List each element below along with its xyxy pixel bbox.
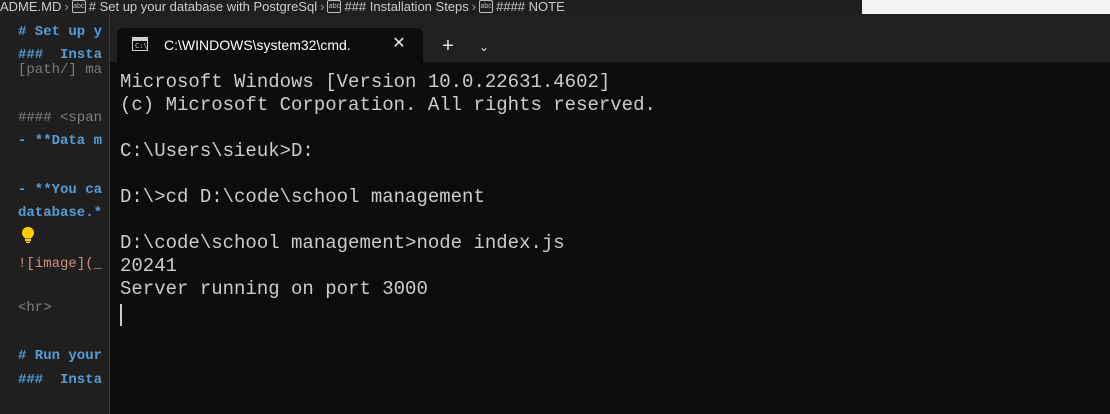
console-line: D:\>cd D:\code\school management <box>120 186 485 208</box>
editor-line: ![image](_ <box>18 256 103 272</box>
editor-line: # Run your <box>18 348 103 364</box>
background-window-strip <box>862 0 1110 14</box>
editor-breadcrumb: ADME.MD › abc # Set up your database with P… <box>0 0 862 14</box>
markdown-heading-icon: abc <box>479 0 494 13</box>
cmd-icon: C:\ <box>132 37 148 51</box>
breadcrumb-chevron-icon: › <box>64 0 69 14</box>
console-line: D:\code\school management>node index.js <box>120 232 565 254</box>
editor-line: # Set up y <box>18 24 103 40</box>
editor-line: [path/] ma <box>18 62 103 78</box>
markdown-heading-icon: abc <box>327 0 342 13</box>
breadcrumb-file[interactable]: ADME.MD <box>0 0 61 14</box>
editor-line: - **You ca <box>18 182 103 198</box>
editor-line: database.* <box>18 205 103 221</box>
breadcrumb-item-note[interactable]: #### NOTE <box>496 0 565 14</box>
editor-line: - **Data m <box>18 133 103 149</box>
terminal-tab-bar: C:\ C:\WINDOWS\system32\cmd. ✕ + ⌄ <box>110 14 1110 62</box>
console-output[interactable]: Microsoft Windows [Version 10.0.22631.46… <box>120 71 1100 301</box>
markdown-heading-icon: abc <box>71 0 86 13</box>
breadcrumb-chevron-icon: › <box>471 0 477 14</box>
breadcrumb-item-setup[interactable]: # Set up your database with PostgreSql <box>89 0 317 14</box>
chevron-down-icon[interactable]: ⌄ <box>472 35 496 59</box>
breadcrumb-chevron-icon: › <box>320 0 325 14</box>
text-cursor <box>120 304 122 326</box>
console-line: 20241 <box>120 255 178 277</box>
plus-icon[interactable]: + <box>434 35 462 59</box>
editor-line: #### <span <box>18 110 103 126</box>
tab-title: C:\WINDOWS\system32\cmd. <box>164 37 351 53</box>
markdown-editor[interactable]: # Set up y ### Insta [path/] ma #### <sp… <box>0 14 110 414</box>
editor-line: ### Insta <box>18 372 103 388</box>
lightbulb-icon[interactable] <box>20 226 36 244</box>
terminal-window: C:\ C:\WINDOWS\system32\cmd. ✕ + ⌄ Micro… <box>109 14 1110 414</box>
console-line: Server running on port 3000 <box>120 278 428 300</box>
console-line: (c) Microsoft Corporation. All rights re… <box>120 94 656 116</box>
close-icon[interactable]: ✕ <box>387 32 411 56</box>
terminal-tab[interactable]: C:\ C:\WINDOWS\system32\cmd. ✕ <box>117 28 423 62</box>
console-line: Microsoft Windows [Version 10.0.22631.46… <box>120 71 611 93</box>
editor-line: <hr> <box>18 300 52 316</box>
breadcrumb-item-installation[interactable]: ### Installation Steps <box>344 0 468 14</box>
console-line: C:\Users\sieuk>D: <box>120 140 314 162</box>
